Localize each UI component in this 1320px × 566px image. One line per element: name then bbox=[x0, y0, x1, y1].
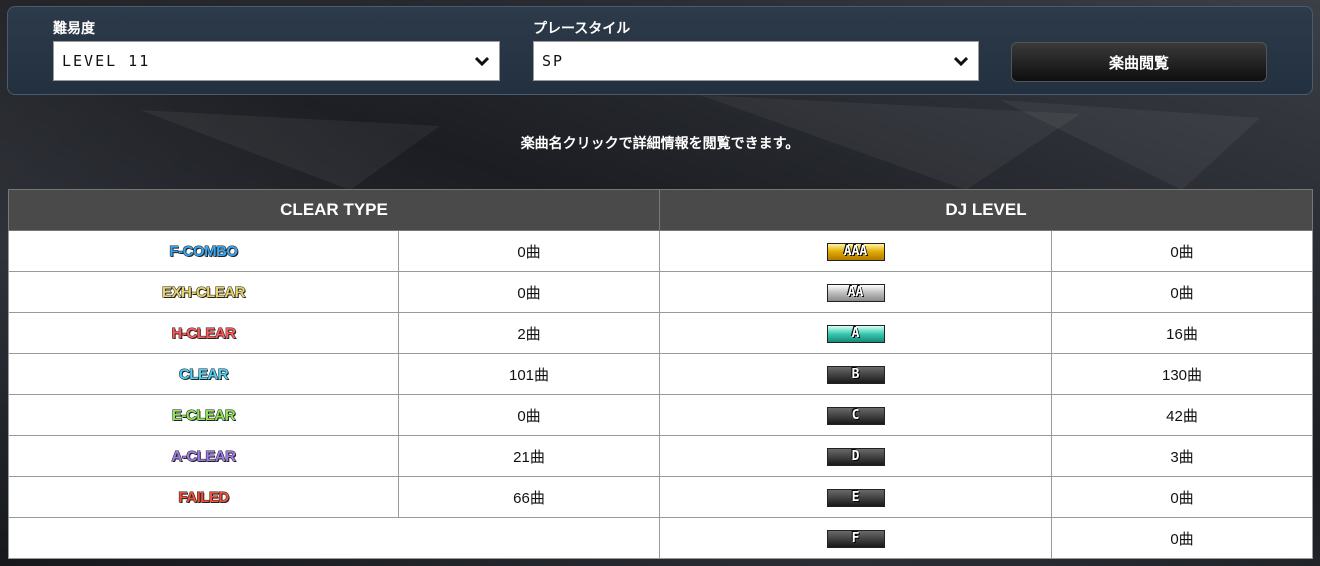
table-row: E-CLEAR 0曲 C 42曲 bbox=[8, 394, 1313, 436]
dj-level-cell: B bbox=[659, 353, 1052, 395]
clear-type-cell: F-COMBO bbox=[8, 230, 399, 272]
clear-count-cell: 101曲 bbox=[398, 353, 660, 395]
dj-level-cell: E bbox=[659, 476, 1052, 518]
empty-cell bbox=[8, 517, 660, 559]
clear-type-header: CLEAR TYPE bbox=[8, 189, 660, 231]
dj-level-badge: B bbox=[826, 365, 885, 384]
chevron-down-icon bbox=[475, 56, 489, 67]
clear-type-badge: FAILED bbox=[178, 488, 230, 506]
dj-count-cell: 3曲 bbox=[1051, 435, 1313, 477]
clear-type-badge: F-COMBO bbox=[169, 242, 239, 260]
dj-level-cell: AAA bbox=[659, 230, 1052, 272]
difficulty-value: LEVEL 11 bbox=[62, 52, 151, 70]
table-row: H-CLEAR 2曲 A 16曲 bbox=[8, 312, 1313, 354]
clear-type-badge: A-CLEAR bbox=[171, 447, 237, 465]
dj-count-cell: 0曲 bbox=[1051, 230, 1313, 272]
browse-songs-button[interactable]: 楽曲閲覧 bbox=[1011, 42, 1267, 82]
dj-level-badge: E bbox=[826, 488, 885, 507]
table-row: FAILED 66曲 E 0曲 bbox=[8, 476, 1313, 518]
dj-count-cell: 130曲 bbox=[1051, 353, 1313, 395]
difficulty-label: 難易度 bbox=[53, 21, 95, 37]
clear-count-cell: 21曲 bbox=[398, 435, 660, 477]
playstyle-value: SP bbox=[542, 52, 565, 70]
table-row: EXH-CLEAR 0曲 AA 0曲 bbox=[8, 271, 1313, 313]
clear-type-cell: FAILED bbox=[8, 476, 399, 518]
clear-type-cell: CLEAR bbox=[8, 353, 399, 395]
dj-level-cell: A bbox=[659, 312, 1052, 354]
dj-count-cell: 0曲 bbox=[1051, 476, 1313, 518]
chevron-down-icon bbox=[954, 56, 968, 67]
dj-level-badge: A bbox=[826, 324, 885, 343]
dj-level-badge: F bbox=[826, 529, 885, 548]
dj-level-badge: AA bbox=[826, 283, 885, 302]
dj-count-cell: 42曲 bbox=[1051, 394, 1313, 436]
clear-type-badge: EXH-CLEAR bbox=[161, 283, 246, 301]
clear-type-cell: EXH-CLEAR bbox=[8, 271, 399, 313]
dj-level-cell: F bbox=[659, 517, 1052, 559]
stats-table: CLEAR TYPE DJ LEVEL F-COMBO 0曲 AAA 0曲 EXH-CL… bbox=[8, 189, 1313, 559]
clear-count-cell: 2曲 bbox=[398, 312, 660, 354]
clear-type-cell: H-CLEAR bbox=[8, 312, 399, 354]
table-row: A-CLEAR 21曲 D 3曲 bbox=[8, 435, 1313, 477]
table-row: F-COMBO 0曲 AAA 0曲 bbox=[8, 230, 1313, 272]
clear-count-cell: 66曲 bbox=[398, 476, 660, 518]
clear-type-badge: CLEAR bbox=[178, 365, 229, 383]
dj-count-cell: 0曲 bbox=[1051, 271, 1313, 313]
dj-level-header: DJ LEVEL bbox=[659, 189, 1313, 231]
dj-level-cell: C bbox=[659, 394, 1052, 436]
dj-count-cell: 16曲 bbox=[1051, 312, 1313, 354]
dj-level-badge: C bbox=[826, 406, 885, 425]
difficulty-select[interactable]: LEVEL 11 bbox=[53, 41, 500, 81]
clear-count-cell: 0曲 bbox=[398, 394, 660, 436]
playstyle-label: プレースタイル bbox=[533, 21, 631, 37]
dj-level-badge: D bbox=[826, 447, 885, 466]
playstyle-select[interactable]: SP bbox=[533, 41, 979, 81]
dj-level-badge: AAA bbox=[826, 242, 885, 261]
clear-type-cell: A-CLEAR bbox=[8, 435, 399, 477]
clear-type-cell: E-CLEAR bbox=[8, 394, 399, 436]
clear-type-badge: E-CLEAR bbox=[171, 406, 236, 424]
table-row: F 0曲 bbox=[8, 517, 1313, 559]
dj-level-cell: AA bbox=[659, 271, 1052, 313]
table-row: CLEAR 101曲 B 130曲 bbox=[8, 353, 1313, 395]
clear-count-cell: 0曲 bbox=[398, 271, 660, 313]
instruction-note: 楽曲名クリックで詳細情報を閲覧できます。 bbox=[520, 136, 800, 152]
dj-count-cell: 0曲 bbox=[1051, 517, 1313, 559]
dj-level-cell: D bbox=[659, 435, 1052, 477]
clear-type-badge: H-CLEAR bbox=[171, 324, 237, 342]
clear-count-cell: 0曲 bbox=[398, 230, 660, 272]
